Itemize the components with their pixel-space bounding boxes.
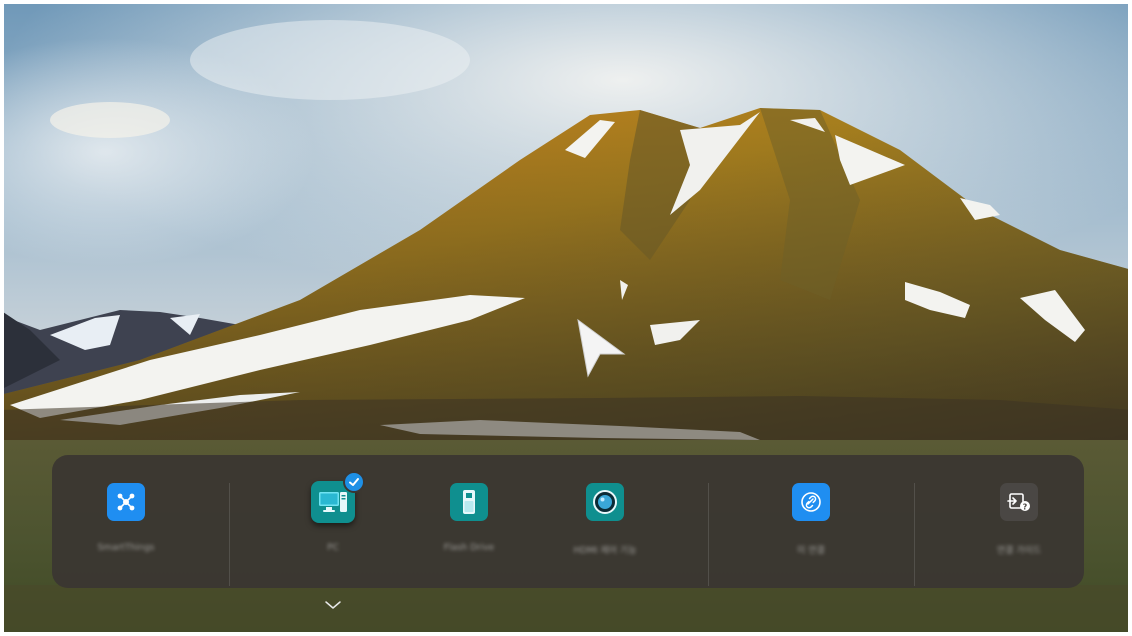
selected-check-icon <box>343 471 365 493</box>
source-item-hdmi-control[interactable]: HDMI 제어 기능 <box>545 481 665 581</box>
source-item-pc[interactable]: PC <box>273 471 393 581</box>
source-item-label: 연결 가이드 <box>996 546 1042 556</box>
svg-text:?: ? <box>1023 503 1028 512</box>
source-item-label: 미 연결 <box>797 546 825 556</box>
source-item-smartthings[interactable]: SmartThings <box>66 481 186 581</box>
source-item-label: SmartThings <box>97 543 155 553</box>
tray-divider <box>914 483 915 586</box>
source-item-flash-drive[interactable]: Flash Drive <box>409 481 529 581</box>
chevron-down-icon[interactable] <box>323 598 343 612</box>
hdmi-camera-icon <box>586 483 624 521</box>
tv-home-screen: SmartThings PC Flash Drive HDMI 제어 기능 미 … <box>0 0 1132 636</box>
source-tray: SmartThings PC Flash Drive HDMI 제어 기능 미 … <box>52 455 1084 588</box>
tray-divider <box>229 483 230 586</box>
source-item-label: HDMI 제어 기능 <box>573 546 637 556</box>
source-item-connection-guide[interactable]: ? 연결 가이드 <box>959 481 1079 581</box>
connection-guide-icon: ? <box>1000 483 1038 521</box>
usb-drive-icon <box>450 483 488 521</box>
tray-divider <box>708 483 709 586</box>
source-item-connect[interactable]: 미 연결 <box>751 481 871 581</box>
pointer-cursor-icon <box>577 318 626 378</box>
source-item-label: Flash Drive <box>443 543 495 553</box>
link-icon <box>792 483 830 521</box>
source-item-label: PC <box>327 543 339 553</box>
smartthings-icon <box>107 483 145 521</box>
